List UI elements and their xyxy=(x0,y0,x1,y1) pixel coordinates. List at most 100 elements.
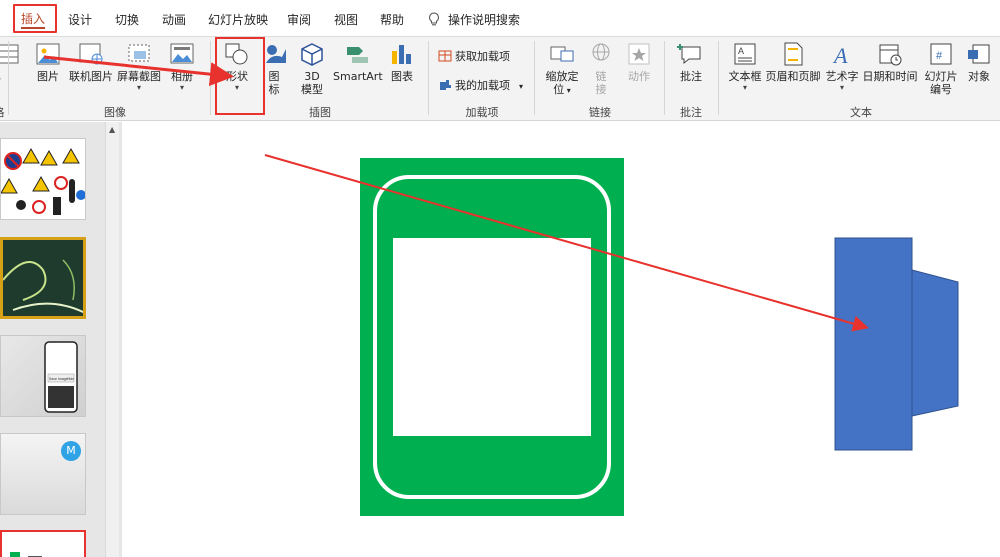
photo-album-label: 相册 xyxy=(171,70,193,83)
wordart-label: 艺术字 xyxy=(825,70,859,83)
slide-thumbnail-3[interactable]: Save Image Hide xyxy=(0,335,86,417)
icons-label-line2: 标 xyxy=(268,83,280,96)
zoom-button[interactable]: 缩放定 位 ▾ xyxy=(542,39,582,97)
group-label-partial: 格 xyxy=(0,104,6,120)
album-dropdown-caret[interactable]: ▾ xyxy=(166,83,198,93)
slide-drawing xyxy=(360,158,959,516)
partial-left-button[interactable]: 格 xyxy=(0,39,19,85)
3d-models-button[interactable]: 3D 模型 xyxy=(297,39,327,96)
picture-button[interactable]: 图片 xyxy=(32,39,64,83)
header-footer-button[interactable]: 页眉和页脚 xyxy=(764,39,822,83)
my-addins-button[interactable]: 我的加载项 ▾ xyxy=(438,77,523,93)
object-icon xyxy=(968,44,990,64)
photo-album-button[interactable]: 相册 ▾ xyxy=(166,39,198,93)
datetime-label: 日期和时间 xyxy=(862,70,918,83)
svg-text:#: # xyxy=(936,50,943,62)
object-button[interactable]: 对象 xyxy=(962,39,996,83)
screenshot-label: 屏幕截图 xyxy=(117,70,161,83)
tab-slideshow[interactable]: 幻灯片放映 xyxy=(208,10,268,30)
slide-thumbnail-4[interactable]: M xyxy=(0,433,86,515)
blue-trapezoid-shape[interactable] xyxy=(911,269,959,417)
user-avatar-badge: M xyxy=(61,441,81,461)
slide-thumbnail-2[interactable] xyxy=(0,237,86,319)
table-icon xyxy=(0,44,19,64)
link-label-line2: 接 xyxy=(595,83,607,96)
icons-button[interactable]: 图 标 xyxy=(262,39,286,96)
group-separator xyxy=(664,41,665,115)
comment-icon xyxy=(677,44,701,65)
zoom-label-line1: 缩放定 xyxy=(545,70,579,83)
scroll-up-arrow[interactable]: ▲ xyxy=(109,125,115,134)
tell-me-search[interactable]: 操作说明搜索 xyxy=(428,10,520,30)
svg-text:A: A xyxy=(832,43,848,67)
slide-thumbnail-1[interactable] xyxy=(0,138,86,220)
dark-swirl-thumbnail xyxy=(3,240,83,316)
3d-models-label-line1: 3D xyxy=(304,70,320,83)
link-label-line1: 链 xyxy=(595,70,607,83)
tab-review[interactable]: 审阅 xyxy=(287,10,311,30)
phone-screenshot-thumbnail: Save Image Hide xyxy=(1,336,85,416)
my-addins-label: 我的加载项 xyxy=(455,79,510,92)
zoom-caret[interactable]: ▾ xyxy=(564,86,571,95)
group-label-addins: 加载项 xyxy=(465,106,499,119)
tab-animations[interactable]: 动画 xyxy=(162,10,186,30)
thumbnail-scrollbar[interactable]: ▲ xyxy=(105,122,119,557)
shapes-highlight-box xyxy=(215,37,265,115)
phone-save-label: Save Image xyxy=(49,377,68,381)
screenshot-icon xyxy=(128,44,150,62)
group-label-images: 图像 xyxy=(104,106,126,119)
tab-transitions[interactable]: 切换 xyxy=(115,10,139,30)
slide-number-icon: # xyxy=(930,43,952,65)
group-label-text: 文本 xyxy=(850,106,872,119)
tab-design[interactable]: 设计 xyxy=(68,10,92,30)
screenshot-dropdown-caret[interactable]: ▾ xyxy=(116,83,162,93)
ribbon-tab-bar: 插入 设计 切换 动画 幻灯片放映 审阅 视图 帮助 操作说明搜索 xyxy=(0,0,1000,37)
svg-text:A: A xyxy=(738,46,744,56)
my-addins-caret[interactable]: ▾ xyxy=(519,82,523,91)
tab-view[interactable]: 视图 xyxy=(334,10,358,30)
current-slide-thumbnail xyxy=(2,532,84,557)
textbox-label: 文本框 xyxy=(728,70,762,83)
picture-label: 图片 xyxy=(37,70,59,83)
icons-label-line1: 图 xyxy=(268,70,280,83)
datetime-button[interactable]: 日期和时间 xyxy=(862,39,918,83)
calendar-icon xyxy=(879,44,902,66)
zoom-label-line2: 位 xyxy=(553,83,565,96)
wordart-caret[interactable]: ▾ xyxy=(824,83,860,93)
comment-button[interactable]: 批注 xyxy=(674,39,708,83)
textbox-caret[interactable]: ▾ xyxy=(726,83,764,93)
white-square[interactable] xyxy=(393,238,591,436)
cube-icon xyxy=(301,43,323,66)
online-picture-button[interactable]: 联机图片 xyxy=(66,39,116,83)
link-button[interactable]: 链 接 xyxy=(588,39,614,96)
3d-models-label-line2: 模型 xyxy=(301,83,323,96)
wordart-icon: A xyxy=(832,43,848,67)
group-separator xyxy=(428,41,429,115)
smartart-button[interactable]: SmartArt xyxy=(333,39,383,83)
object-label: 对象 xyxy=(968,70,990,83)
textbox-button[interactable]: A 文本框 ▾ xyxy=(726,39,764,93)
get-addins-button[interactable]: 获取加载项 xyxy=(438,48,510,64)
online-picture-label: 联机图片 xyxy=(69,70,113,83)
group-separator xyxy=(210,41,211,115)
group-separator xyxy=(534,41,535,115)
partial-left-label: 格 xyxy=(0,72,1,85)
traffic-signs-thumbnail xyxy=(1,147,85,215)
wordart-button[interactable]: A 艺术字 ▾ xyxy=(824,39,860,93)
chart-label: 图表 xyxy=(391,70,413,83)
slide-canvas[interactable] xyxy=(122,122,1000,557)
tab-help[interactable]: 帮助 xyxy=(380,10,404,30)
screenshot-button[interactable]: 屏幕截图 ▾ xyxy=(116,39,162,93)
textbox-icon: A xyxy=(734,43,756,65)
header-footer-icon xyxy=(784,42,803,66)
smartart-label: SmartArt xyxy=(333,70,383,83)
slide-thumbnail-5-selected[interactable] xyxy=(0,530,86,557)
action-button[interactable]: 动作 xyxy=(622,39,656,83)
slide-number-button[interactable]: # 幻灯片 编号 xyxy=(922,39,960,96)
blue-rectangle-shape[interactable] xyxy=(834,237,913,451)
insert-tab-highlight xyxy=(13,4,57,33)
slide-number-label-line2: 编号 xyxy=(930,83,952,96)
group-separator xyxy=(8,41,9,115)
chart-button[interactable]: 图表 xyxy=(388,39,416,83)
store-icon xyxy=(438,50,452,62)
